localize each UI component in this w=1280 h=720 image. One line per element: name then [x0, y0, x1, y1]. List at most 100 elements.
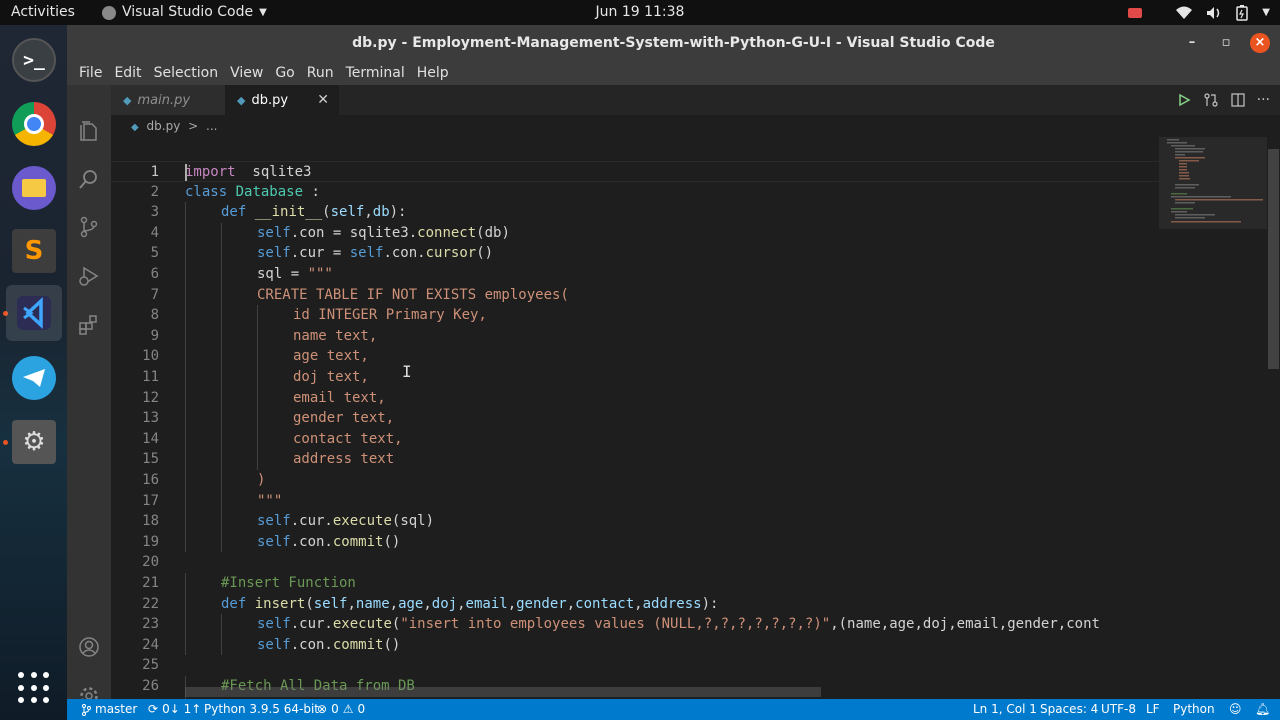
code-line[interactable]: 2 class Database :	[111, 182, 1159, 203]
python-version: Python 3.9.5 64-bit	[204, 702, 320, 716]
notifications-bell-icon[interactable]: 🔔︎	[1255, 699, 1270, 720]
code-line[interactable]: 16)	[111, 470, 1159, 491]
code-line[interactable]: 15 address text	[111, 449, 1159, 470]
code-line[interactable]: 7 CREATE TABLE IF NOT EXISTS employees(	[111, 284, 1159, 306]
breadcrumb-symbol[interactable]: ...	[206, 119, 217, 133]
line-number: 24	[142, 636, 159, 653]
menu-file[interactable]: File	[73, 65, 108, 81]
maximize-button[interactable]: ▫	[1216, 33, 1236, 53]
system-tray[interactable]: ▼	[1128, 0, 1270, 25]
files-dock-icon[interactable]	[12, 166, 56, 210]
code-token: ()	[383, 636, 401, 653]
indent-guide	[221, 470, 222, 491]
more-actions-icon[interactable]: ···	[1257, 92, 1270, 108]
close-window-button[interactable]: ×	[1250, 33, 1270, 53]
search-icon[interactable]	[78, 168, 100, 190]
indent-guide	[185, 222, 186, 244]
menu-edit[interactable]: Edit	[108, 65, 147, 81]
code-token: address text	[293, 451, 395, 468]
code-line[interactable]: 20	[111, 552, 1159, 573]
code-line[interactable]: 23 self.cur.execute("insert into employee…	[111, 614, 1159, 635]
activities-button[interactable]: Activities	[11, 0, 75, 25]
tab-db-py[interactable]: ◆ db.py ✕	[225, 85, 339, 115]
breadcrumb-file[interactable]: db.py	[147, 119, 181, 133]
code-line[interactable]: 4 self.con = sqlite3.connect(db)	[111, 222, 1159, 244]
line-number: 16	[142, 472, 159, 488]
status-indentation[interactable]: Spaces: 4	[1040, 699, 1098, 720]
line-number: 23	[142, 616, 159, 633]
tab-label: main.py	[137, 92, 191, 108]
code-token: def	[221, 595, 247, 612]
code-line[interactable]: 22 def insert(self,name,age,doj,email,gen…	[111, 593, 1159, 615]
code-token: __init__	[254, 204, 323, 221]
indent-guide	[185, 511, 186, 532]
code-line[interactable]: 14 contact text,	[111, 428, 1159, 450]
status-eol[interactable]: LF	[1146, 699, 1160, 720]
menu-run[interactable]: Run	[301, 65, 340, 81]
extensions-icon[interactable]	[78, 314, 100, 336]
status-problems[interactable]: ⊗ 0 ⚠ 0	[317, 699, 365, 720]
indent-guide	[185, 202, 186, 223]
vertical-scrollbar[interactable]	[1267, 137, 1280, 699]
close-tab-icon[interactable]: ✕	[317, 92, 329, 108]
status-sync[interactable]: ⟳ 0↓ 1↑	[148, 699, 201, 720]
explorer-icon[interactable]	[78, 120, 100, 142]
show-applications-button[interactable]	[18, 672, 50, 704]
menu-help[interactable]: Help	[411, 65, 455, 81]
status-python-interpreter[interactable]: Python 3.9.5 64-bit	[204, 699, 319, 720]
code-line[interactable]: 19 self.con.commit()	[111, 531, 1159, 553]
code-line[interactable]: 12 email text,	[111, 387, 1159, 409]
code-line[interactable]: 10 age text,	[111, 346, 1159, 367]
code-line[interactable]: 6 sql = """	[111, 264, 1159, 285]
chrome-dock-icon[interactable]	[12, 102, 56, 146]
code-line[interactable]: 13 gender text,	[111, 408, 1159, 429]
status-cursor-position[interactable]: Ln 1, Col 1	[973, 699, 1037, 720]
minimize-button[interactable]: –	[1182, 33, 1202, 53]
code-text: self.con = sqlite3.connect(db)	[257, 223, 510, 244]
menu-terminal[interactable]: Terminal	[340, 65, 411, 81]
indent-guide	[221, 346, 222, 367]
status-encoding[interactable]: UTF-8	[1101, 699, 1136, 720]
split-editor-icon[interactable]	[1231, 93, 1245, 107]
code-line[interactable]: 8 id INTEGER Primary Key,	[111, 305, 1159, 326]
code-line[interactable]: 21 #Insert Function	[111, 573, 1159, 594]
code-line[interactable]: 25	[111, 655, 1159, 676]
tab-main-py[interactable]: ◆ main.py	[111, 85, 225, 115]
menu-go[interactable]: Go	[269, 65, 300, 81]
code-editor[interactable]: 1 import sqlite3 2 class Database : 3 def __i…	[111, 137, 1159, 699]
code-line[interactable]: 9 name text,	[111, 325, 1159, 347]
sublime-text-dock-icon[interactable]: S	[12, 229, 56, 273]
feedback-icon[interactable]: ☺	[1229, 699, 1242, 720]
accounts-icon[interactable]	[78, 636, 100, 658]
status-branch[interactable]: master	[81, 699, 137, 720]
scrollbar-thumb[interactable]	[1268, 149, 1279, 369]
minimap-viewport[interactable]	[1159, 137, 1267, 229]
settings-dock-icon[interactable]: ⚙	[12, 420, 56, 464]
minimap[interactable]	[1159, 137, 1267, 699]
code-line[interactable]: 17 """	[111, 490, 1159, 512]
vscode-dock-icon[interactable]	[6, 285, 62, 341]
code-text: class Database :	[185, 182, 320, 203]
code-line[interactable]: 5 self.cur = self.con.cursor()	[111, 243, 1159, 264]
code-token: )	[257, 472, 266, 488]
menu-selection[interactable]: Selection	[148, 65, 225, 81]
status-language-mode[interactable]: Python	[1173, 699, 1215, 720]
app-menu[interactable]: Visual Studio Code ▼	[102, 0, 267, 25]
horizontal-scrollbar[interactable]	[185, 687, 821, 697]
run-file-icon[interactable]	[1177, 93, 1191, 107]
code-line[interactable]: 1 import sqlite3	[111, 161, 1159, 182]
indent-guide	[221, 243, 222, 264]
menu-view[interactable]: View	[224, 65, 269, 81]
code-line[interactable]: 3 def __init__(self,db):	[111, 202, 1159, 223]
open-changes-icon[interactable]	[1203, 92, 1219, 108]
telegram-dock-icon[interactable]	[12, 356, 56, 400]
code-line[interactable]: 24 self.con.commit()	[111, 634, 1159, 656]
code-line[interactable]: 11 doj text,	[111, 367, 1159, 388]
code-line[interactable]: 18 self.cur.execute(sql)	[111, 511, 1159, 532]
code-token: self	[257, 533, 291, 550]
run-debug-icon[interactable]	[78, 265, 100, 287]
indent-guide	[185, 243, 186, 264]
terminal-dock-icon[interactable]: >_	[12, 38, 56, 82]
code-token: cursor	[425, 245, 477, 262]
source-control-icon[interactable]	[78, 216, 100, 238]
